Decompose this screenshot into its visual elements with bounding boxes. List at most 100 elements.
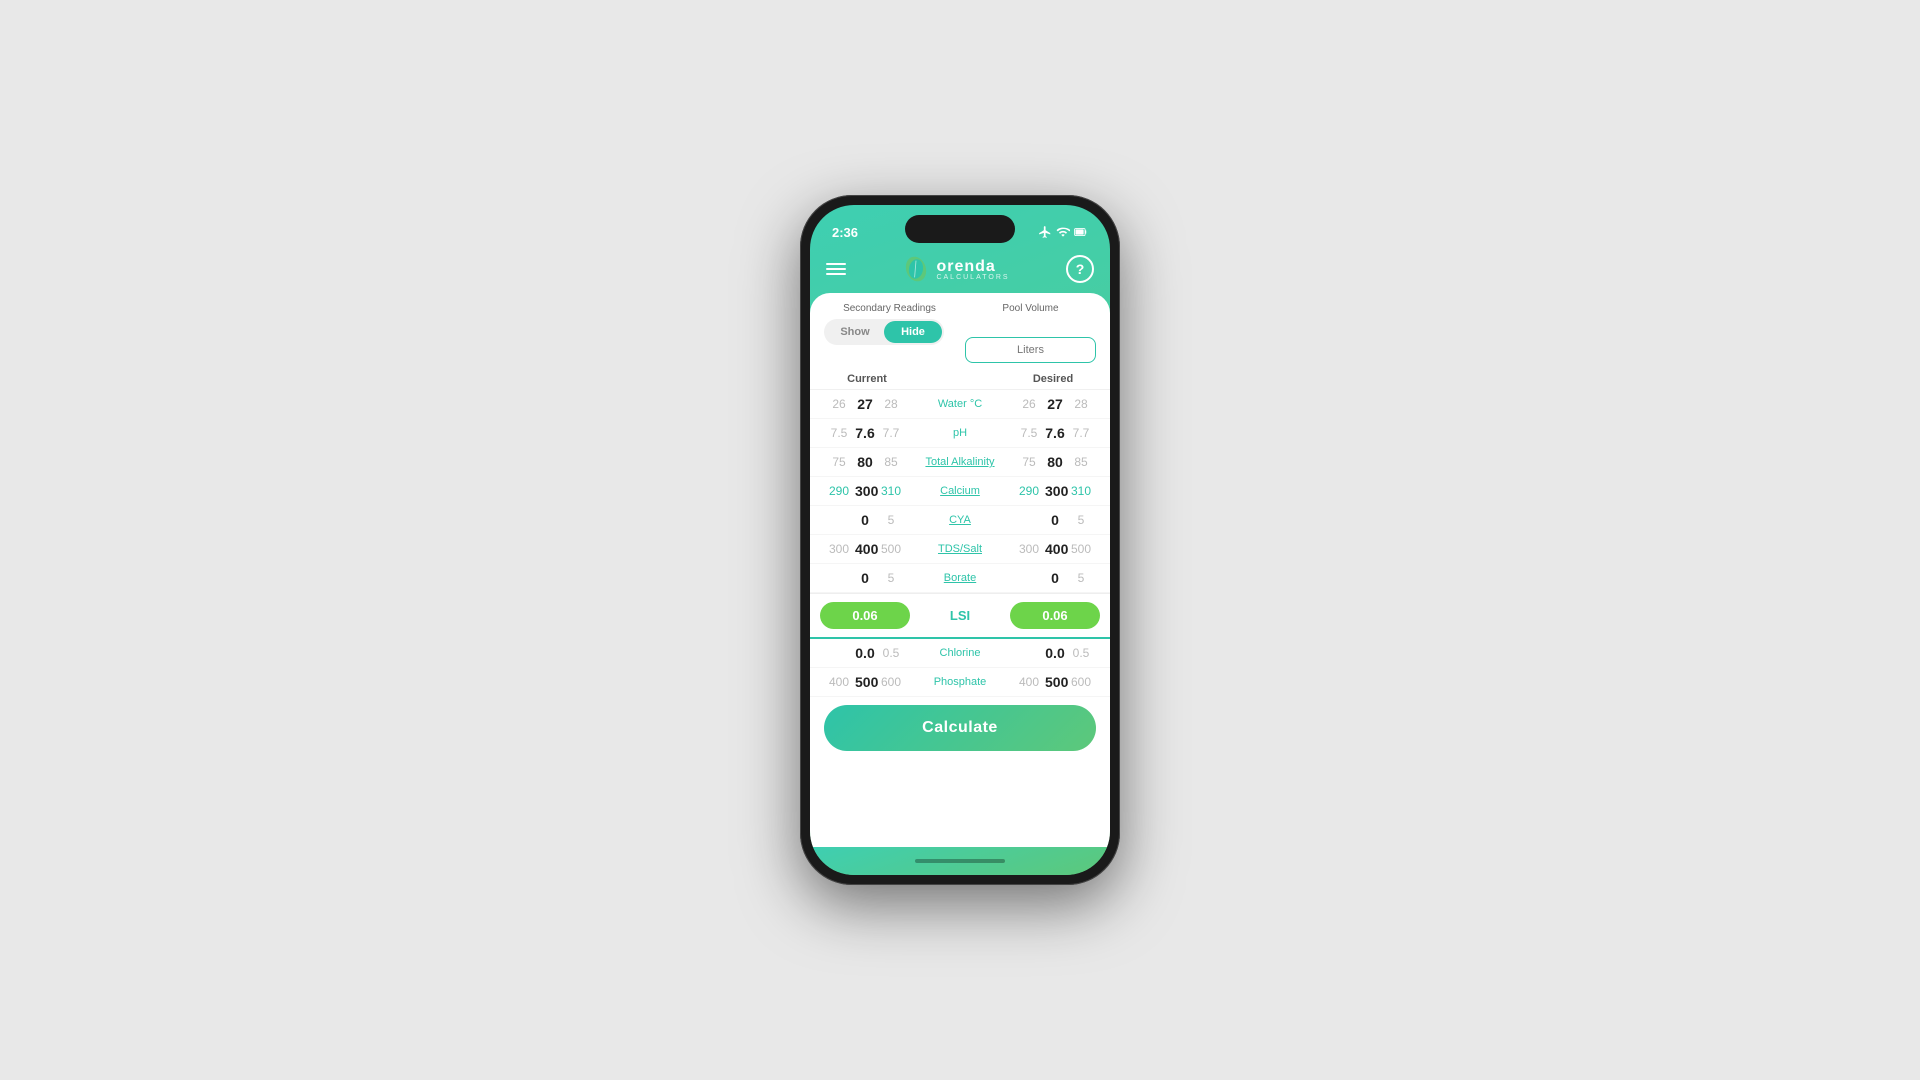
current-borate-mid: 0: [855, 570, 875, 586]
desired-ph-values: 7.5 7.6 7.7: [1010, 425, 1100, 441]
current-ca-mid: 300: [855, 483, 875, 499]
current-cya-mid: 0: [855, 512, 875, 528]
desired-water-low: 26: [1019, 397, 1039, 411]
desired-chlorine-values: 0.0 0.5: [1010, 645, 1100, 661]
desired-tds-values: 300 400 500: [1010, 541, 1100, 557]
water-temp-label: Water °C: [910, 398, 1010, 410]
current-ph-mid: 7.6: [855, 425, 875, 441]
current-chlorine-mid: 0.0: [855, 645, 875, 661]
logo-leaf-icon: [902, 255, 930, 283]
desired-borate-mid: 0: [1045, 570, 1065, 586]
help-button[interactable]: ?: [1066, 255, 1094, 283]
current-chlorine-values: 0.0 0.5: [820, 645, 910, 661]
desired-phosphate-mid: 500: [1045, 674, 1065, 690]
current-ta-values: 75 80 85: [820, 454, 910, 470]
row-ph: 7.5 7.6 7.7 pH 7.5 7.6 7.7: [810, 419, 1110, 448]
desired-cya-mid: 0: [1045, 512, 1065, 528]
phone-frame: 2:36: [800, 195, 1120, 885]
cya-label[interactable]: CYA: [910, 514, 1010, 526]
current-tds-high: 500: [881, 542, 901, 556]
secondary-readings-section: Secondary Readings Show Hide: [824, 303, 955, 345]
hide-button[interactable]: Hide: [884, 321, 942, 343]
show-button[interactable]: Show: [826, 321, 884, 343]
desired-cya-values: 0 5: [1010, 512, 1100, 528]
current-phosphate-low: 400: [829, 675, 849, 689]
battery-icon: [1074, 225, 1088, 239]
current-phosphate-mid: 500: [855, 674, 875, 690]
lsi-current-badge[interactable]: 0.06: [820, 602, 910, 629]
lsi-label[interactable]: LSI: [910, 608, 1010, 623]
desired-ta-low: 75: [1019, 455, 1039, 469]
current-ca-values: 290 300 310: [820, 483, 910, 499]
desired-borate-values: 0 5: [1010, 570, 1100, 586]
param-header-spacer: [910, 373, 1010, 385]
current-ca-low: 290: [829, 484, 849, 498]
tds-salt-label[interactable]: TDS/Salt: [910, 543, 1010, 555]
row-tds-salt: 300 400 500 TDS/Salt 300 400 500: [810, 535, 1110, 564]
desired-phosphate-low: 400: [1019, 675, 1039, 689]
airplane-icon: [1038, 225, 1052, 239]
desired-ca-values: 290 300 310: [1010, 483, 1100, 499]
calcium-label[interactable]: Calcium: [910, 485, 1010, 497]
pool-volume-input[interactable]: [965, 337, 1096, 363]
content-card: Secondary Readings Show Hide Pool Volume…: [810, 293, 1110, 847]
current-borate-values: 0 5: [820, 570, 910, 586]
current-cya-values: 0 5: [820, 512, 910, 528]
current-water-high: 28: [881, 397, 901, 411]
phosphate-label: Phosphate: [910, 676, 1010, 688]
row-borate: 0 5 Borate 0 5: [810, 564, 1110, 593]
current-tds-values: 300 400 500: [820, 541, 910, 557]
desired-tds-mid: 400: [1045, 541, 1065, 557]
home-indicator: [810, 847, 1110, 875]
desired-ta-values: 75 80 85: [1010, 454, 1100, 470]
status-icons: [1038, 225, 1088, 239]
total-alkalinity-label[interactable]: Total Alkalinity: [910, 456, 1010, 468]
desired-water-values: 26 27 28: [1010, 396, 1100, 412]
row-chlorine: 0.0 0.5 Chlorine 0.0 0.5: [810, 639, 1110, 668]
top-controls: Secondary Readings Show Hide Pool Volume: [810, 293, 1110, 369]
show-hide-toggle: Show Hide: [824, 319, 944, 345]
borate-label[interactable]: Borate: [910, 572, 1010, 584]
row-total-alkalinity: 75 80 85 Total Alkalinity 75 80 85: [810, 448, 1110, 477]
calculate-section: Calculate: [810, 697, 1110, 763]
hamburger-button[interactable]: [826, 263, 846, 275]
current-header: Current: [824, 373, 910, 385]
phone-screen: 2:36: [810, 205, 1110, 875]
desired-header: Desired: [1010, 373, 1096, 385]
row-water-temp: 26 27 28 Water °C 26 27 28: [810, 390, 1110, 419]
desired-ca-mid: 300: [1045, 483, 1065, 499]
desired-water-high: 28: [1071, 397, 1091, 411]
secondary-readings-label: Secondary Readings: [824, 303, 955, 314]
desired-ph-low: 7.5: [1019, 426, 1039, 440]
desired-borate-high: 5: [1071, 571, 1091, 585]
status-time: 2:36: [832, 225, 858, 240]
current-chlorine-high: 0.5: [881, 646, 901, 660]
desired-ca-low: 290: [1019, 484, 1039, 498]
lsi-desired-badge[interactable]: 0.06: [1010, 602, 1100, 629]
current-water-values: 26 27 28: [820, 396, 910, 412]
pool-volume-label: Pool Volume: [965, 303, 1096, 314]
current-ca-high: 310: [881, 484, 901, 498]
row-calcium: 290 300 310 Calcium 290 300 310: [810, 477, 1110, 506]
desired-ph-high: 7.7: [1071, 426, 1091, 440]
chlorine-label: Chlorine: [910, 647, 1010, 659]
app-header: orenda CALCULATORS ?: [810, 249, 1110, 293]
current-water-mid: 27: [855, 396, 875, 412]
home-bar: [915, 859, 1005, 863]
current-cya-high: 5: [881, 513, 901, 527]
desired-cya-high: 5: [1071, 513, 1091, 527]
calculate-button[interactable]: Calculate: [824, 705, 1096, 751]
current-water-low: 26: [829, 397, 849, 411]
desired-phosphate-high: 600: [1071, 675, 1091, 689]
current-ta-mid: 80: [855, 454, 875, 470]
current-ph-values: 7.5 7.6 7.7: [820, 425, 910, 441]
wifi-icon: [1056, 225, 1070, 239]
desired-ta-high: 85: [1071, 455, 1091, 469]
current-ta-low: 75: [829, 455, 849, 469]
table-headers: Current Desired: [810, 369, 1110, 390]
current-tds-mid: 400: [855, 541, 875, 557]
row-phosphate: 400 500 600 Phosphate 400 500 600: [810, 668, 1110, 697]
current-ta-high: 85: [881, 455, 901, 469]
pool-volume-section: Pool Volume: [965, 303, 1096, 363]
current-phosphate-high: 600: [881, 675, 901, 689]
